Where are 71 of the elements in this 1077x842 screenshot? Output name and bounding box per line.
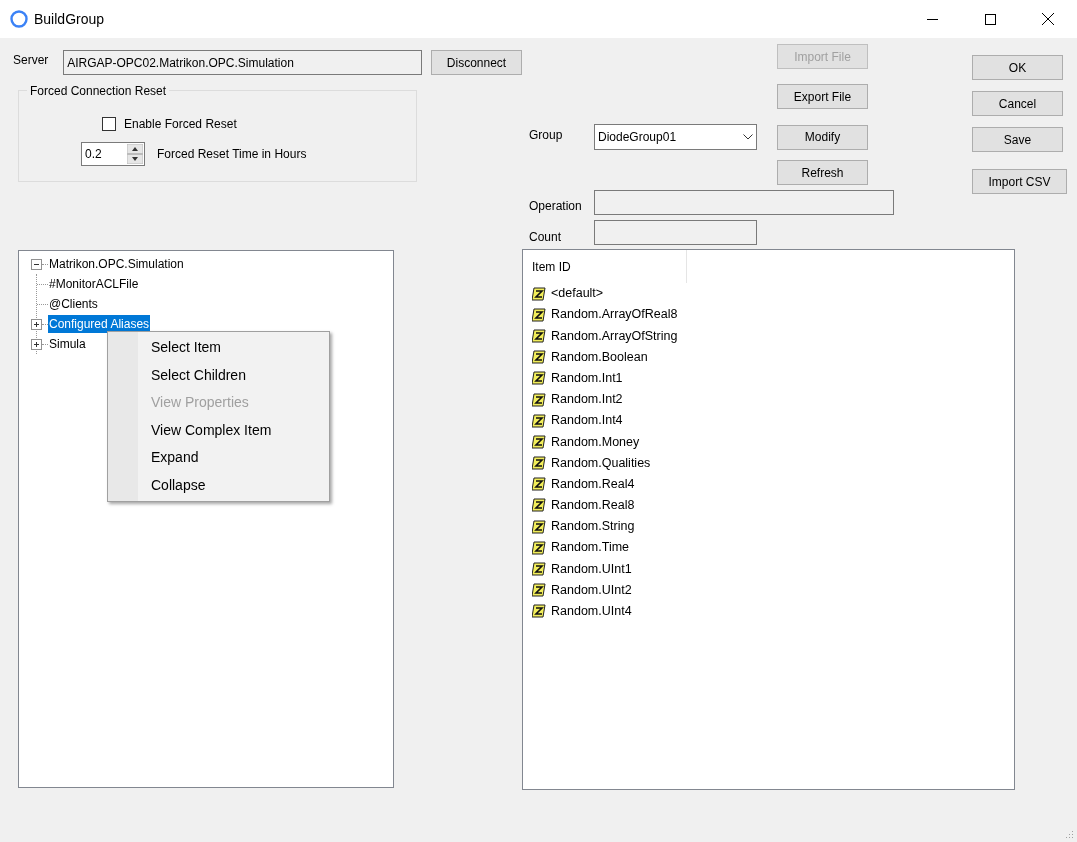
tree-item[interactable]: Simula [48,335,87,353]
push-button[interactable]: Export File [777,84,868,109]
tag-icon [532,350,547,365]
list-item[interactable]: Random.UInt4 [551,602,632,621]
list-item[interactable]: Random.ArrayOfReal8 [551,305,678,325]
resize-grip-icon [1064,829,1074,839]
tag-icon [532,413,547,428]
list-item[interactable]: Random.Int2 [551,390,623,409]
list-item[interactable]: Random.Int4 [551,411,623,431]
tag-icon [532,498,547,513]
list-item[interactable]: Random.ArrayOfString [551,326,678,346]
tag-icon [532,519,547,534]
tag-icon [532,604,547,619]
expand-icon[interactable] [31,338,42,350]
list-item[interactable]: <default> [551,284,604,303]
spin-field[interactable]: 0.2 [81,142,145,166]
list-item[interactable]: Random.Money [551,432,640,452]
list-item[interactable]: Random.String [551,517,635,537]
tree-item[interactable]: Configured Aliases [48,315,151,333]
menu-item[interactable]: Select Item [138,334,329,362]
list-item[interactable]: Random.Qualities [551,453,651,473]
menu-item[interactable]: Collapse [138,471,329,499]
tree-item[interactable]: Matrikon.OPC.Simulation [48,255,185,273]
push-button[interactable]: Cancel [972,91,1063,116]
expand-icon[interactable] [31,318,42,330]
push-button[interactable]: Save [972,127,1063,152]
spin-arrows-icon[interactable] [127,144,143,164]
menu-item[interactable]: Select Children [138,361,329,389]
checkbox[interactable] [102,117,116,131]
tag-icon [532,371,547,386]
menu-item[interactable]: Expand [138,444,329,472]
operation-label: Operation [529,198,583,215]
tag-icon [532,328,547,343]
push-button[interactable]: Disconnect [431,50,522,75]
maximize-icon [984,13,996,25]
server-label: Server [13,52,50,69]
collapse-icon[interactable] [31,258,42,270]
list-item[interactable]: Random.UInt1 [551,559,632,579]
tag-icon [532,434,547,449]
push-button[interactable]: Refresh [777,160,868,185]
list-item[interactable]: Random.UInt2 [551,580,632,600]
tag-icon [532,286,547,301]
push-button[interactable]: Modify [777,124,868,150]
group-label: Group [529,127,564,144]
menu-item[interactable]: View Complex Item [138,416,329,444]
list-item[interactable]: Random.Real4 [551,474,635,494]
list-item[interactable]: Random.Int1 [551,368,623,388]
group-dropdown[interactable]: DiodeGroup01 [594,124,757,150]
tag-icon [532,456,547,471]
spin-label: Forced Reset Time in Hours [157,146,307,163]
server-field: AIRGAP-OPC02.Matrikon.OPC.Simulation [63,50,422,75]
checkbox-label: Enable Forced Reset [124,116,237,133]
list-item[interactable]: Random.Time [551,538,630,558]
window-title: BuildGroup [34,9,105,29]
tag-icon [532,307,547,322]
count-label: Count [529,229,563,246]
tag-icon [532,392,547,407]
list-item[interactable]: Random.Real8 [551,496,635,515]
close-icon [1042,13,1054,25]
tag-icon [532,562,547,577]
chevron-down-icon [743,134,753,140]
push-button[interactable]: Import CSV [972,169,1067,194]
tree-item[interactable]: @Clients [48,295,99,313]
tag-icon [532,477,547,492]
app-logo-icon [10,10,28,28]
list-item[interactable]: Random.Boolean [551,347,648,367]
tag-icon [532,583,547,598]
tree-item[interactable]: #MonitorACLFile [48,275,140,293]
column-header[interactable]: Item ID [523,250,687,283]
tag-icon [532,540,547,555]
push-button[interactable]: OK [972,55,1063,80]
